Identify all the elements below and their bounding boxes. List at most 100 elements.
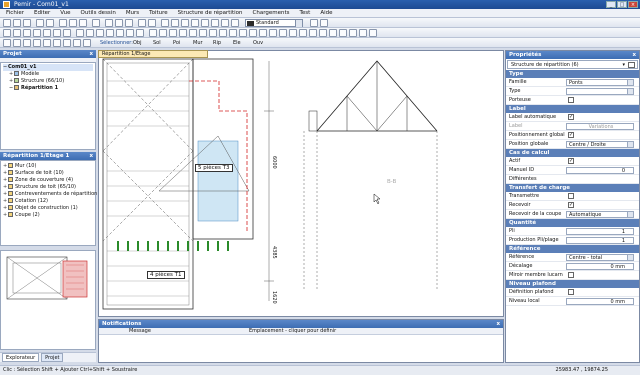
layer-item[interactable]: + Structure de toit (65/10) <box>3 184 93 191</box>
export-icon[interactable] <box>209 29 217 37</box>
new-icon[interactable] <box>3 19 11 27</box>
deselect-icon[interactable] <box>83 39 91 47</box>
menu-aide[interactable]: Aide <box>320 10 332 16</box>
truss-icon[interactable] <box>181 19 189 27</box>
tab-explorateur[interactable]: Explorateur <box>2 353 40 362</box>
sel-type-ouv[interactable]: Ouv <box>253 38 263 48</box>
sel-type-sol[interactable]: Sol <box>153 38 161 48</box>
refresh-icon[interactable] <box>279 29 287 37</box>
famille-select[interactable]: Ponts <box>566 79 634 86</box>
minimize-button[interactable]: _ <box>606 1 616 8</box>
help-icon[interactable] <box>320 19 328 27</box>
paste-icon[interactable] <box>79 19 87 27</box>
layer-item[interactable]: + Contreventements de répartition (46) <box>3 191 109 198</box>
edit-icon[interactable] <box>13 39 21 47</box>
tile-icon[interactable] <box>359 29 367 37</box>
maximize-button[interactable]: □ <box>617 1 627 8</box>
group-icon[interactable] <box>43 39 51 47</box>
section-cas-calcul[interactable]: Cas de calcul <box>506 149 639 157</box>
sel-type-obj[interactable]: Obj <box>133 38 142 48</box>
cascade-icon[interactable] <box>369 29 377 37</box>
section-reference[interactable]: Référence <box>506 245 639 253</box>
tree-item-project[interactable]: −Com01_v1 <box>3 64 93 71</box>
section-type[interactable]: Type <box>506 70 639 78</box>
sel-type-mur[interactable]: Mur <box>193 38 203 48</box>
label-5-pieces[interactable]: 5 pièces T3 <box>195 164 233 172</box>
hatch-icon[interactable] <box>63 29 71 37</box>
polygon-icon[interactable] <box>53 29 61 37</box>
zoom-out-icon[interactable] <box>115 19 123 27</box>
tab-projet[interactable]: Projet <box>41 353 64 362</box>
dimension-icon[interactable] <box>191 19 199 27</box>
recevoir-checkbox[interactable]: ✓ <box>568 202 574 208</box>
copy-icon[interactable] <box>69 19 77 27</box>
snap-icon[interactable] <box>231 19 239 27</box>
definition-plafond-checkbox[interactable] <box>568 289 574 295</box>
eye-icon[interactable] <box>309 29 317 37</box>
circle-icon[interactable] <box>33 29 41 37</box>
section-icon[interactable] <box>159 29 167 37</box>
lock-icon[interactable] <box>299 29 307 37</box>
warning-icon[interactable] <box>239 29 247 37</box>
manuel-id-input[interactable]: 0 <box>566 167 634 174</box>
close-icon[interactable]: x <box>89 50 93 58</box>
report-icon[interactable] <box>199 29 207 37</box>
canvas-tab[interactable]: Répartition 1/Etage <box>98 50 208 58</box>
layer-item[interactable]: + Zone de couverture (4) <box>3 177 93 184</box>
pointer-icon[interactable] <box>3 39 11 47</box>
cut-icon[interactable] <box>59 19 67 27</box>
niveau-local-input[interactable]: 0 mm <box>566 298 634 305</box>
node-icon[interactable] <box>23 39 31 47</box>
check-icon[interactable] <box>229 29 237 37</box>
layer-icon[interactable] <box>211 19 219 27</box>
select-all-icon[interactable] <box>73 39 81 47</box>
transmettre-checkbox[interactable] <box>568 193 574 199</box>
table-icon[interactable] <box>269 29 277 37</box>
layer-item[interactable]: + Cotation (12) <box>3 198 93 205</box>
arc-icon[interactable] <box>43 29 51 37</box>
reference-select[interactable]: Centre - total <box>566 254 634 261</box>
rectangle-icon[interactable] <box>23 29 31 37</box>
close-icon[interactable]: x <box>496 320 500 328</box>
extend-icon[interactable] <box>116 29 124 37</box>
offset-icon[interactable] <box>126 29 134 37</box>
layer-item[interactable]: + Mur (10) <box>3 163 93 170</box>
menu-toiture[interactable]: Toiture <box>149 10 168 16</box>
menu-test[interactable]: Test <box>300 10 311 16</box>
link-icon[interactable] <box>33 39 41 47</box>
filter-icon[interactable] <box>319 29 327 37</box>
label-auto-checkbox[interactable]: ✓ <box>568 114 574 120</box>
array-icon[interactable] <box>96 29 104 37</box>
close-icon[interactable]: x <box>632 51 636 59</box>
fillet-icon[interactable] <box>136 29 144 37</box>
section-label[interactable]: Label <box>506 105 639 113</box>
text-icon[interactable] <box>201 19 209 27</box>
grid-icon[interactable] <box>221 19 229 27</box>
calc-icon[interactable] <box>189 29 197 37</box>
menu-murs[interactable]: Murs <box>126 10 139 16</box>
zoom-in-icon[interactable] <box>105 19 113 27</box>
type-select[interactable] <box>566 88 634 95</box>
render-icon[interactable] <box>179 29 187 37</box>
line-style-select[interactable]: Standard <box>245 19 303 27</box>
section-quantite[interactable]: Quantité <box>506 219 639 227</box>
roof-icon[interactable] <box>171 19 179 27</box>
close-icon[interactable]: x <box>89 152 93 160</box>
label-4-pieces[interactable]: 4 pièces T1 <box>147 271 185 279</box>
list-icon[interactable] <box>259 29 267 37</box>
pli-input[interactable]: 1 <box>566 228 634 235</box>
view-3d-icon[interactable] <box>169 29 177 37</box>
section-transfert[interactable]: Transfert de charge <box>506 184 639 192</box>
trim-icon[interactable] <box>106 29 114 37</box>
sel-type-poi[interactable]: Poi <box>173 38 180 48</box>
open-icon[interactable] <box>13 19 21 27</box>
filter-icon[interactable] <box>628 62 635 68</box>
label-field[interactable]: Variations <box>566 123 634 130</box>
close-button[interactable]: × <box>628 1 638 8</box>
tree-item-repartition[interactable]: − Répartition 1 <box>3 85 93 92</box>
wall-icon[interactable] <box>161 19 169 27</box>
menu-fichier[interactable]: Fichier <box>6 10 24 16</box>
drawing-canvas[interactable]: 5 pièces T3 4 pièces T1 B-B 6000 4385 16… <box>98 50 504 317</box>
layer-item[interactable]: + Coupe (2) <box>3 212 93 219</box>
tree-item-structure[interactable]: + Structure (66/10) <box>3 78 93 85</box>
